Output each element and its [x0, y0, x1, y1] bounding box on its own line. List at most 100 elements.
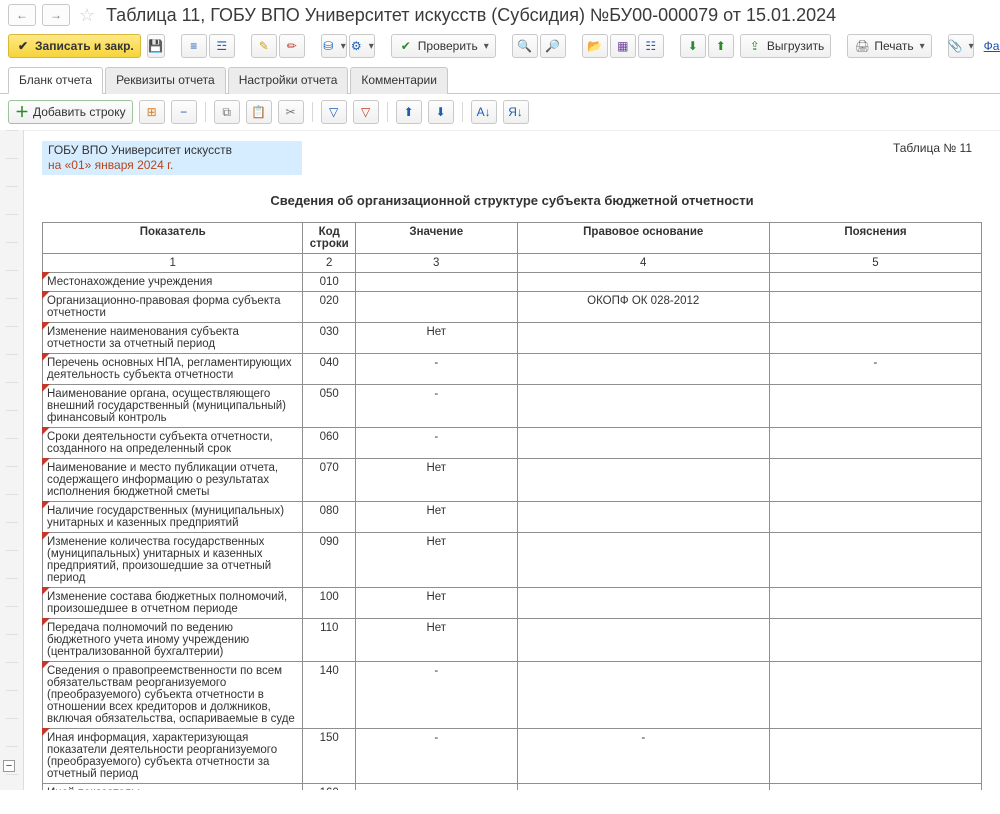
functions-button[interactable]: ⚙▾	[349, 34, 375, 58]
cell-note[interactable]: -	[769, 354, 981, 385]
add-row-button[interactable]: ＋ Добавить строку	[8, 100, 133, 124]
move-down-button[interactable]: ⬇	[428, 100, 454, 124]
doc-list-button[interactable]: ≡	[181, 34, 207, 58]
cell-note[interactable]	[769, 588, 981, 619]
insert-row-button[interactable]: ⊞	[139, 100, 165, 124]
sheet-scroll[interactable]: ГОБУ ВПО Университет искусств на «01» ян…	[24, 130, 1000, 790]
sort-asc-button[interactable]: A↓	[471, 100, 497, 124]
filter-on-button[interactable]: ▽	[321, 100, 347, 124]
structure-button[interactable]: ⛁▾	[321, 34, 347, 58]
cancel-edit-button[interactable]: ✏	[279, 34, 305, 58]
cell-indicator[interactable]: Наименование органа, осуществляющего вне…	[43, 385, 303, 428]
cell-indicator[interactable]: Иной показатель:	[43, 784, 303, 791]
cell-value[interactable]	[355, 292, 517, 323]
cell-legal[interactable]	[517, 459, 769, 502]
tab-report-blank[interactable]: Бланк отчета	[8, 67, 103, 94]
save-button[interactable]: 💾	[147, 34, 165, 58]
cell-note[interactable]	[769, 729, 981, 784]
cell-legal[interactable]	[517, 273, 769, 292]
cell-value[interactable]: -	[355, 662, 517, 729]
cell-value[interactable]: Нет	[355, 502, 517, 533]
nav-back-button[interactable]: ←	[8, 4, 36, 26]
cell-note[interactable]	[769, 662, 981, 729]
cell-note[interactable]	[769, 428, 981, 459]
cell-indicator[interactable]: Перечень основных НПА, регламентирующих …	[43, 354, 303, 385]
cell-indicator[interactable]: Сроки деятельности субъекта отчетности, …	[43, 428, 303, 459]
cell-note[interactable]	[769, 292, 981, 323]
check-button[interactable]: ✔ Проверить ▾	[391, 34, 496, 58]
tab-report-props[interactable]: Реквизиты отчета	[105, 67, 226, 94]
files-link[interactable]: Файлы	[984, 39, 1000, 53]
cell-legal[interactable]	[517, 323, 769, 354]
cell-indicator[interactable]: Изменение наименования субъекта отчетнос…	[43, 323, 303, 354]
move-up-button[interactable]: ⬆	[396, 100, 422, 124]
cell-value[interactable]: -	[355, 428, 517, 459]
find-clear-button[interactable]: 🔎	[540, 34, 566, 58]
cell-value[interactable]: Нет	[355, 588, 517, 619]
eraser-icon: ✂	[283, 104, 299, 120]
filter-off-button[interactable]: ▽	[353, 100, 379, 124]
paste-cells-button[interactable]: 📋	[246, 100, 272, 124]
tab-comments[interactable]: Комментарии	[350, 67, 448, 94]
table-row: Наличие государственных (муниципальных) …	[43, 502, 982, 533]
cell-note[interactable]	[769, 273, 981, 292]
cell-value[interactable]: Нет	[355, 533, 517, 588]
cell-legal[interactable]	[517, 428, 769, 459]
cell-note[interactable]	[769, 619, 981, 662]
cell-legal[interactable]	[517, 533, 769, 588]
excel-out-button[interactable]: ⬆	[708, 34, 734, 58]
cell-legal[interactable]	[517, 588, 769, 619]
cell-note[interactable]	[769, 502, 981, 533]
cell-legal[interactable]	[517, 662, 769, 729]
copy-cells-button[interactable]: ⧉	[214, 100, 240, 124]
cell-note[interactable]	[769, 385, 981, 428]
find-button[interactable]: 🔍	[512, 34, 538, 58]
cell-legal[interactable]	[517, 619, 769, 662]
cell-value[interactable]: Нет	[355, 459, 517, 502]
collapse-group-button[interactable]: −	[3, 760, 15, 772]
cell-note[interactable]	[769, 784, 981, 791]
cell-value[interactable]	[355, 273, 517, 292]
cell-legal[interactable]: ОКОПФ ОК 028-2012	[517, 292, 769, 323]
cell-indicator[interactable]: Изменение состава бюджетных полномочий, …	[43, 588, 303, 619]
favorite-star-icon[interactable]: ☆	[76, 4, 98, 26]
cell-legal[interactable]	[517, 784, 769, 791]
cell-indicator[interactable]: Организационно-правовая форма субъекта о…	[43, 292, 303, 323]
nav-forward-button[interactable]: →	[42, 4, 70, 26]
cell-legal[interactable]	[517, 354, 769, 385]
cell-note[interactable]	[769, 533, 981, 588]
tab-label: Реквизиты отчета	[116, 73, 215, 87]
cell-indicator[interactable]: Иная информация, характеризующая показат…	[43, 729, 303, 784]
cell-indicator[interactable]: Местонахождение учреждения	[43, 273, 303, 292]
cell-legal[interactable]	[517, 502, 769, 533]
excel-in-button[interactable]: ⬇	[680, 34, 706, 58]
attach-button[interactable]: 📎▾	[948, 34, 974, 58]
cell-value[interactable]: -	[355, 385, 517, 428]
save-and-close-button[interactable]: ✔ Записать и закр.	[8, 34, 141, 58]
cell-value[interactable]: Нет	[355, 619, 517, 662]
cell-indicator[interactable]: Передача полномочий по ведению бюджетног…	[43, 619, 303, 662]
cell-indicator[interactable]: Изменение количества государственных (му…	[43, 533, 303, 588]
tab-report-settings[interactable]: Настройки отчета	[228, 67, 349, 94]
cell-value[interactable]: -	[355, 354, 517, 385]
cell-indicator[interactable]: Сведения о правопреемственности по всем …	[43, 662, 303, 729]
cell-indicator[interactable]: Наименование и место публикации отчета, …	[43, 459, 303, 502]
delete-row-button[interactable]: −	[171, 100, 197, 124]
cell-value[interactable]	[355, 784, 517, 791]
edit-button[interactable]: ✎	[251, 34, 277, 58]
print-button[interactable]: 🖨 Печать ▾	[847, 34, 931, 58]
export-button[interactable]: ⇪ Выгрузить	[740, 34, 832, 58]
cell-note[interactable]	[769, 323, 981, 354]
cell-legal[interactable]	[517, 385, 769, 428]
erase-button[interactable]: ✂	[278, 100, 304, 124]
open-folder-button[interactable]: 📂	[582, 34, 608, 58]
cell-legal[interactable]: -	[517, 729, 769, 784]
doc-list-alt-button[interactable]: ☲	[209, 34, 235, 58]
cell-indicator[interactable]: Наличие государственных (муниципальных) …	[43, 502, 303, 533]
report-grid-button[interactable]: ▦	[610, 34, 636, 58]
cell-note[interactable]	[769, 459, 981, 502]
report-tree-button[interactable]: ☷	[638, 34, 664, 58]
sort-desc-button[interactable]: Я↓	[503, 100, 529, 124]
cell-value[interactable]: Нет	[355, 323, 517, 354]
cell-value[interactable]: -	[355, 729, 517, 784]
